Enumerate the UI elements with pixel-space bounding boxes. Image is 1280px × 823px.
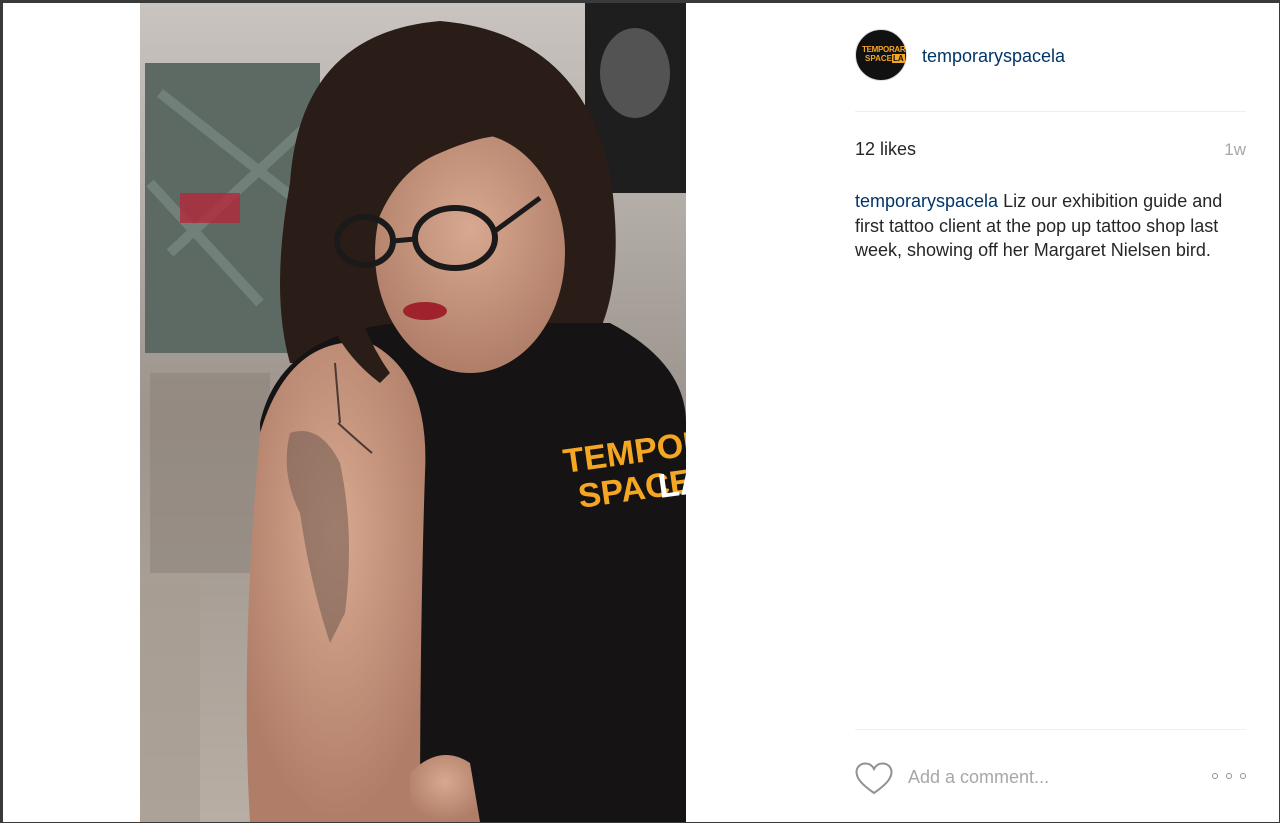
author-avatar[interactable]: TEMPORARY SPACELA [855, 29, 907, 81]
avatar-text-line-2: SPACELA [865, 54, 905, 63]
post-meta: 12 likes 1w [855, 139, 1246, 163]
author-username-link[interactable]: temporaryspacela [922, 46, 1065, 67]
likes-count[interactable]: 12 likes [855, 139, 916, 160]
avatar-text-line-1: TEMPORARY [862, 45, 907, 54]
more-options-icon[interactable] [1212, 766, 1246, 786]
more-dot [1226, 773, 1232, 779]
post-header: TEMPORARY SPACELA temporaryspacela [855, 29, 1246, 112]
post-timestamp[interactable]: 1w [1224, 140, 1246, 160]
shirt-logo-line-3: LA [656, 462, 686, 506]
more-dot [1240, 773, 1246, 779]
post-modal: TEMPORARY SPACE LA TEMPORARY SPACELA tem… [3, 3, 1279, 822]
avatar-text-la: LA [891, 54, 905, 63]
avatar-text-space: SPACE [865, 54, 892, 63]
more-dot [1212, 773, 1218, 779]
photo-illustration: TEMPORARY SPACE LA [140, 3, 686, 822]
post-caption: temporaryspacela Liz our exhibition guid… [855, 189, 1246, 263]
heart-icon[interactable] [855, 762, 893, 796]
post-photo[interactable]: TEMPORARY SPACE LA [140, 3, 686, 822]
comment-input[interactable] [908, 764, 1188, 790]
post-footer [855, 729, 1246, 823]
caption-username-link[interactable]: temporaryspacela [855, 191, 998, 211]
